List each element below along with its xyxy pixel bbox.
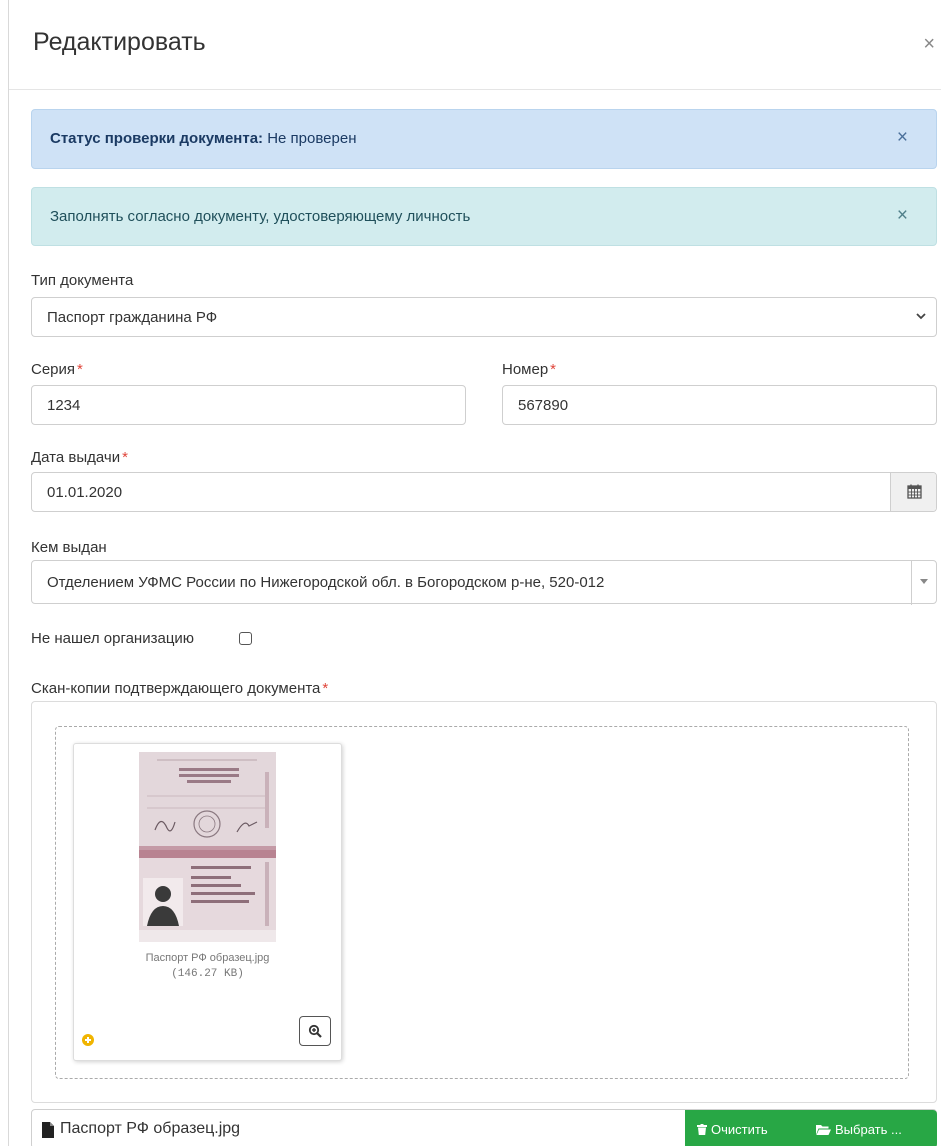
issue-date-label: Дата выдачи * (31, 449, 128, 466)
doc-type-value: Паспорт гражданина РФ (47, 309, 218, 326)
browse-file-button[interactable]: Выбрать ... (799, 1110, 937, 1146)
doc-type-select[interactable]: Паспорт гражданина РФ (31, 297, 937, 337)
number-value: 567890 (518, 397, 569, 414)
status-alert-value: Не проверен (263, 130, 357, 147)
preview-file-size: (146.27 KB) (171, 968, 244, 980)
file-upload-panel: Паспорт РФ образец.jpg (146.27 KB) (31, 701, 937, 1103)
number-label-text: Номер (502, 361, 549, 378)
number-label: Номер * (502, 361, 556, 378)
browse-file-label: Выбрать ... (835, 1122, 902, 1137)
zoom-preview-button[interactable] (299, 1016, 331, 1046)
modal-title: Редактировать (33, 28, 206, 56)
scans-required-mark: * (322, 680, 329, 697)
passport-scan-image (139, 752, 276, 942)
scans-label-text: Скан-копии подтверждающего документа (31, 680, 321, 697)
chevron-down-icon (916, 313, 926, 320)
file-preview-card: Паспорт РФ образец.jpg (146.27 KB) (73, 743, 342, 1061)
issue-date-label-text: Дата выдачи (31, 449, 121, 466)
clear-file-label: Очистить (711, 1122, 768, 1137)
series-value: 1234 (47, 397, 81, 414)
modal-close-icon[interactable]: × (923, 34, 935, 54)
series-required-mark: * (77, 361, 83, 378)
zoom-in-icon (308, 1024, 322, 1038)
series-label-text: Серия (31, 361, 76, 378)
clear-file-button[interactable]: Очистить (685, 1110, 799, 1146)
drag-handle-icon[interactable] (82, 1034, 94, 1046)
series-input[interactable]: 1234 (31, 385, 466, 425)
calendar-icon (907, 484, 922, 499)
file-caption-bar: Паспорт РФ образец.jpg Очистить Выбрать … (31, 1109, 937, 1146)
number-required-mark: * (550, 361, 557, 378)
issue-date-value: 01.01.2020 (47, 484, 123, 501)
select-separator (911, 561, 912, 605)
series-label: Серия * (31, 361, 83, 378)
caret-down-icon[interactable] (920, 579, 928, 584)
status-alert-close-icon[interactable]: × (897, 128, 908, 147)
issued-by-value: Отделением УФМС России по Нижегородской … (47, 574, 605, 591)
number-input[interactable]: 567890 (502, 385, 937, 425)
issued-by-select[interactable]: Отделением УФМС России по Нижегородской … (31, 560, 937, 605)
hint-alert-text: Заполнять согласно документу, удостоверя… (50, 208, 471, 225)
status-alert: Статус проверки документа: Не проверен × (31, 109, 937, 169)
issue-date-required-mark: * (122, 449, 128, 466)
preview-file-name: Паспорт РФ образец.jpg (145, 952, 270, 964)
hint-alert: Заполнять согласно документу, удостоверя… (31, 187, 937, 246)
doc-type-label: Тип документа (31, 272, 134, 289)
modal-header: Редактировать × (9, 0, 941, 90)
status-alert-text: Статус проверки документа: Не проверен (50, 130, 356, 147)
modal-left-border (8, 0, 9, 1146)
not-found-org-label: Не нашел организацию (31, 630, 195, 647)
file-icon (42, 1122, 54, 1138)
trash-icon (697, 1124, 707, 1135)
folder-open-icon (816, 1125, 831, 1135)
issued-by-label: Кем выдан (31, 539, 107, 556)
status-alert-label: Статус проверки документа: (50, 130, 264, 147)
file-drop-zone[interactable]: Паспорт РФ образец.jpg (146.27 KB) (55, 726, 909, 1079)
scans-label: Скан-копии подтверждающего документа * (31, 680, 328, 697)
selected-file-name: Паспорт РФ образец.jpg (60, 1120, 241, 1137)
calendar-button[interactable] (890, 473, 936, 511)
hint-alert-close-icon[interactable]: × (897, 206, 908, 225)
not-found-org-checkbox[interactable] (239, 632, 252, 645)
issue-date-input[interactable]: 01.01.2020 (31, 472, 937, 512)
